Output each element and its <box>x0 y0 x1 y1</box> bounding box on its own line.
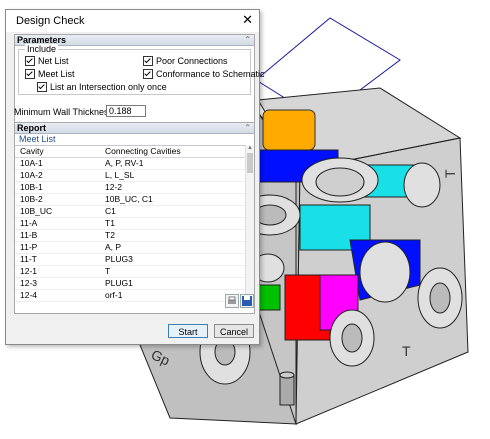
connecting-cavities-cell: L, L_SL <box>105 170 135 180</box>
column-header-connecting[interactable]: Connecting Cavities <box>105 146 240 157</box>
include-group: Include Net List Poor Connections Meet L… <box>18 44 265 95</box>
meet-list-checkbox[interactable]: Meet List <box>25 69 75 79</box>
cavity-cell: 12-3 <box>20 278 38 288</box>
checkbox-checked-icon <box>25 69 35 79</box>
dialog-title: Design Check <box>16 15 85 27</box>
collapse-icon[interactable]: ⌃ <box>244 35 251 45</box>
green-passage <box>257 284 281 311</box>
net-list-label: Net List <box>38 56 69 66</box>
table-row[interactable]: 10B_UC C1 <box>15 206 254 218</box>
cavity-cell: 10B-1 <box>20 182 43 192</box>
report-scrollbar[interactable]: ▲ ▼ <box>245 145 254 300</box>
table-row[interactable]: 11-T PLUG3 <box>15 254 254 266</box>
checkbox-checked-icon <box>25 56 35 66</box>
poor-connections-label: Poor Connections <box>156 56 228 66</box>
meet-list-label: Meet List <box>38 69 75 79</box>
column-header-cavity[interactable]: Cavity <box>15 146 105 157</box>
connecting-cavities-cell: T <box>105 266 111 276</box>
cavity-cell: 10A-2 <box>20 170 43 180</box>
list-intersection-checkbox[interactable]: List an Intersection only once <box>37 82 167 92</box>
table-row[interactable]: 10B-2 10B_UC, C1 <box>15 194 254 206</box>
table-row[interactable]: 10A-1 A, P, RV-1 <box>15 158 254 170</box>
checkbox-checked-icon <box>143 56 153 66</box>
port-label-t: T <box>402 343 411 359</box>
close-icon[interactable]: ✕ <box>242 13 253 27</box>
net-list-checkbox[interactable]: Net List <box>25 56 69 66</box>
min-wall-row: Minimum Wall Thickness <box>14 105 146 117</box>
collapse-icon[interactable]: ⌃ <box>244 123 251 133</box>
cavity-cell: 10A-1 <box>20 158 43 168</box>
report-header[interactable]: Report ⌃ <box>15 123 254 134</box>
cavity-cell: 11-P <box>20 242 38 252</box>
table-row[interactable]: 10A-2 L, L_SL <box>15 170 254 182</box>
print-icon[interactable] <box>225 294 239 308</box>
cavity-cell: 12-4 <box>20 290 38 300</box>
dialog-titlebar: Design Check ✕ <box>6 10 259 32</box>
connecting-cavities-cell: C1 <box>105 206 116 216</box>
connecting-cavities-cell: PLUG1 <box>105 278 133 288</box>
report-header-label: Report <box>17 123 46 133</box>
connecting-cavities-cell: T2 <box>105 230 115 240</box>
cancel-button[interactable]: Cancel <box>214 324 254 338</box>
include-label: Include <box>25 44 59 54</box>
cavity-cell: 11-T <box>20 254 37 264</box>
report-table-header: Cavity Connecting Cavities <box>15 146 254 158</box>
report-table-body: 10A-1 A, P, RV-1 10A-2 L, L_SL 10B-1 12-2 10B-… <box>15 158 254 302</box>
orange-passage <box>262 109 316 151</box>
connecting-cavities-cell: T1 <box>105 218 115 228</box>
cavity-cell: 11-B <box>20 230 38 240</box>
list-intersection-label: List an Intersection only once <box>50 82 167 92</box>
checkbox-checked-icon <box>37 82 47 92</box>
cavity-cell: 10B_UC <box>20 206 53 216</box>
table-row[interactable]: 12-4 orf-1 <box>15 290 254 302</box>
scroll-thumb[interactable] <box>247 153 253 173</box>
cavity-cell: 12-1 <box>20 266 38 276</box>
conformance-checkbox[interactable]: Conformance to Schematic <box>143 69 265 79</box>
start-button[interactable]: Start <box>168 324 208 338</box>
table-row[interactable]: 12-3 PLUG1 <box>15 278 254 290</box>
design-check-dialog: Design Check ✕ Parameters ⌃ Include Net … <box>5 9 265 345</box>
min-wall-input[interactable] <box>106 105 146 117</box>
table-row[interactable]: 11-P A, P <box>15 242 254 254</box>
cavity-cell: 11-A <box>20 218 38 228</box>
connecting-cavities-cell: PLUG3 <box>105 254 133 264</box>
report-section: Report ⌃ Meet List Cavity Connecting Cav… <box>14 122 255 314</box>
scroll-up-icon[interactable]: ▲ <box>246 145 254 151</box>
checkbox-checked-icon <box>143 69 153 79</box>
meet-list-title: Meet List <box>15 134 254 146</box>
table-row[interactable]: 11-A T1 <box>15 218 254 230</box>
connecting-cavities-cell: A, P, RV-1 <box>105 158 144 168</box>
min-wall-label: Minimum Wall Thickness <box>14 107 114 117</box>
cavity-cell: 10B-2 <box>20 194 43 204</box>
port-label-t-top: T <box>442 169 458 178</box>
connecting-cavities-cell: A, P <box>105 242 122 252</box>
poor-connections-checkbox[interactable]: Poor Connections <box>143 56 228 66</box>
conformance-label: Conformance to Schematic <box>156 69 265 79</box>
table-row[interactable]: 11-B T2 <box>15 230 254 242</box>
connecting-cavities-cell: 12-2 <box>105 182 123 192</box>
save-icon[interactable] <box>240 294 254 308</box>
connecting-cavities-cell: orf-1 <box>105 290 123 300</box>
table-row[interactable]: 10B-1 12-2 <box>15 182 254 194</box>
connecting-cavities-cell: 10B_UC, C1 <box>105 194 153 204</box>
table-row[interactable]: 12-1 T <box>15 266 254 278</box>
